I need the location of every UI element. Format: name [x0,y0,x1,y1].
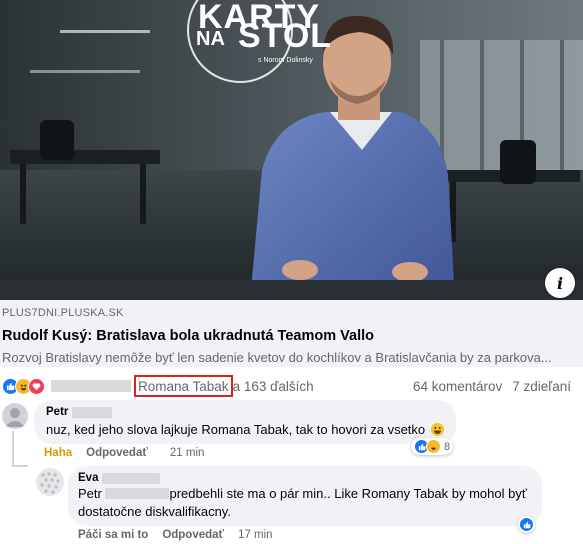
comment-text: nuz, ked jeho slova lajkuje Romana Tabak… [46,421,444,439]
avatar[interactable] [2,403,28,429]
reply-button[interactable]: Odpovedať [162,529,224,541]
comment-author[interactable]: Petr [46,406,444,418]
comment-time[interactable]: 21 min [170,447,205,459]
reply-reactions-badge[interactable] [518,516,535,533]
reply-button[interactable]: Odpovedať [86,447,148,459]
thread-line [12,431,14,467]
reply-bubble: Eva Petr predbehli ste ma o pár min.. Li… [68,466,542,526]
link-preview-image[interactable]: KARTY NA STOL s Norom Dolinsky i [0,0,583,300]
comments-count[interactable]: 64 komentárov [413,379,502,394]
reply-actions: Páči sa mi to Odpovedať 17 min [78,529,273,541]
reaction-haha-button[interactable]: Haha [44,447,72,459]
link-domain: PLUS7DNI.PLUSKA.SK [2,307,124,319]
reply-mention[interactable]: Petr [78,486,102,501]
reaction-icons[interactable] [2,377,45,395]
redacted-mention-surname [105,488,170,499]
comment-reactions-badge[interactable]: 8 [411,438,454,455]
reply-text: Petr predbehli ste ma o pár min.. Like R… [78,486,527,519]
link-title[interactable]: Rudolf Kusý: Bratislava bola ukradnutá T… [2,328,581,347]
haha-icon [426,439,441,454]
brand-title-stol: STOL [238,17,333,55]
redacted-surname [72,406,113,418]
comment-reactions-count: 8 [444,440,451,453]
thread-line [12,465,28,467]
reply-author[interactable]: Eva [78,472,532,484]
highlighted-reactor-name[interactable]: Romana Tabak [134,375,233,397]
comment-bubble: Petr nuz, ked jeho slova lajkuje Romana … [34,400,456,444]
reply-time[interactable]: 17 min [238,529,273,541]
grinning-emoji [430,423,444,436]
like-button[interactable]: Páči sa mi to [78,529,148,541]
reactions-summary: Romana Tabak a 163 ďalších 64 komentárov… [0,374,583,398]
shares-count[interactable]: 7 zdieľaní [512,379,571,394]
comment-actions: Haha Odpovedať 21 min [44,447,204,459]
redacted-name [51,380,131,392]
brand-title-na: NA [196,28,225,50]
avatar[interactable] [36,468,64,496]
link-caption[interactable]: PLUS7DNI.PLUSKA.SK Rudolf Kusý: Bratisla… [0,300,583,367]
reactions-others[interactable]: a 163 ďalších [233,379,314,394]
brand-subtitle: s Norom Dolinsky [258,57,313,64]
love-icon [28,377,45,395]
link-description: Rozvoj Bratislavy nemôže byť len sadenie… [2,350,552,365]
redacted-surname [102,472,161,484]
info-icon[interactable]: i [545,268,575,298]
like-icon [519,517,534,532]
